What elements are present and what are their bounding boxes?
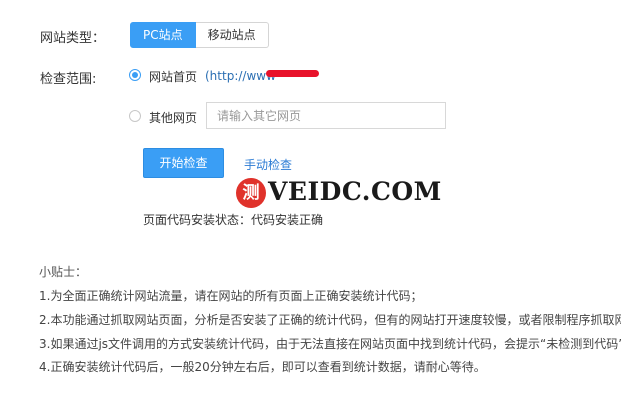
site-type-toggle: PC站点 移动站点 [130, 22, 269, 48]
homepage-label: 网站首页 [149, 70, 198, 84]
tip-item: 2.本功能通过抓取网站页面，分析是否安装了正确的统计代码，但有的网站打开速度较慢… [39, 313, 621, 327]
other-page-input[interactable] [206, 102, 446, 129]
homepage-radio[interactable] [129, 69, 141, 81]
mobile-site-button[interactable]: 移动站点 [195, 22, 269, 48]
manual-check-link[interactable]: 手动检查 [244, 156, 292, 173]
start-check-button[interactable]: 开始检查 [143, 148, 224, 178]
homepage-url: (http://www [205, 69, 276, 83]
other-page-label: 其他网页 [149, 111, 198, 125]
watermark-logo-icon: 测 [236, 178, 266, 208]
tips-title: 小贴士： [39, 265, 88, 279]
tip-item: 1.为全面正确统计网站流量，请在网站的所有页面上正确安装统计代码； [39, 289, 423, 303]
install-status: 页面代码安装状态：代码安装正确 [143, 213, 324, 227]
redaction-mark [266, 70, 319, 77]
scope-label: 检查范围: [40, 72, 97, 87]
site-type-label: 网站类型： [40, 31, 106, 46]
watermark-text: VEIDC.COM [268, 177, 442, 206]
tip-item: 4.正确安装统计代码后，一般20分钟左右后，即可以查看到统计数据，请耐心等待。 [39, 360, 486, 374]
tip-item: 3.如果通过js文件调用的方式安装统计代码，由于无法直接在网站页面中找到统计代码… [39, 337, 621, 351]
other-page-radio[interactable] [129, 110, 141, 122]
code-check-panel: 网站类型： PC站点 移动站点 检查范围: 网站首页 (http://www 其… [0, 0, 621, 393]
pc-site-button[interactable]: PC站点 [130, 22, 196, 48]
